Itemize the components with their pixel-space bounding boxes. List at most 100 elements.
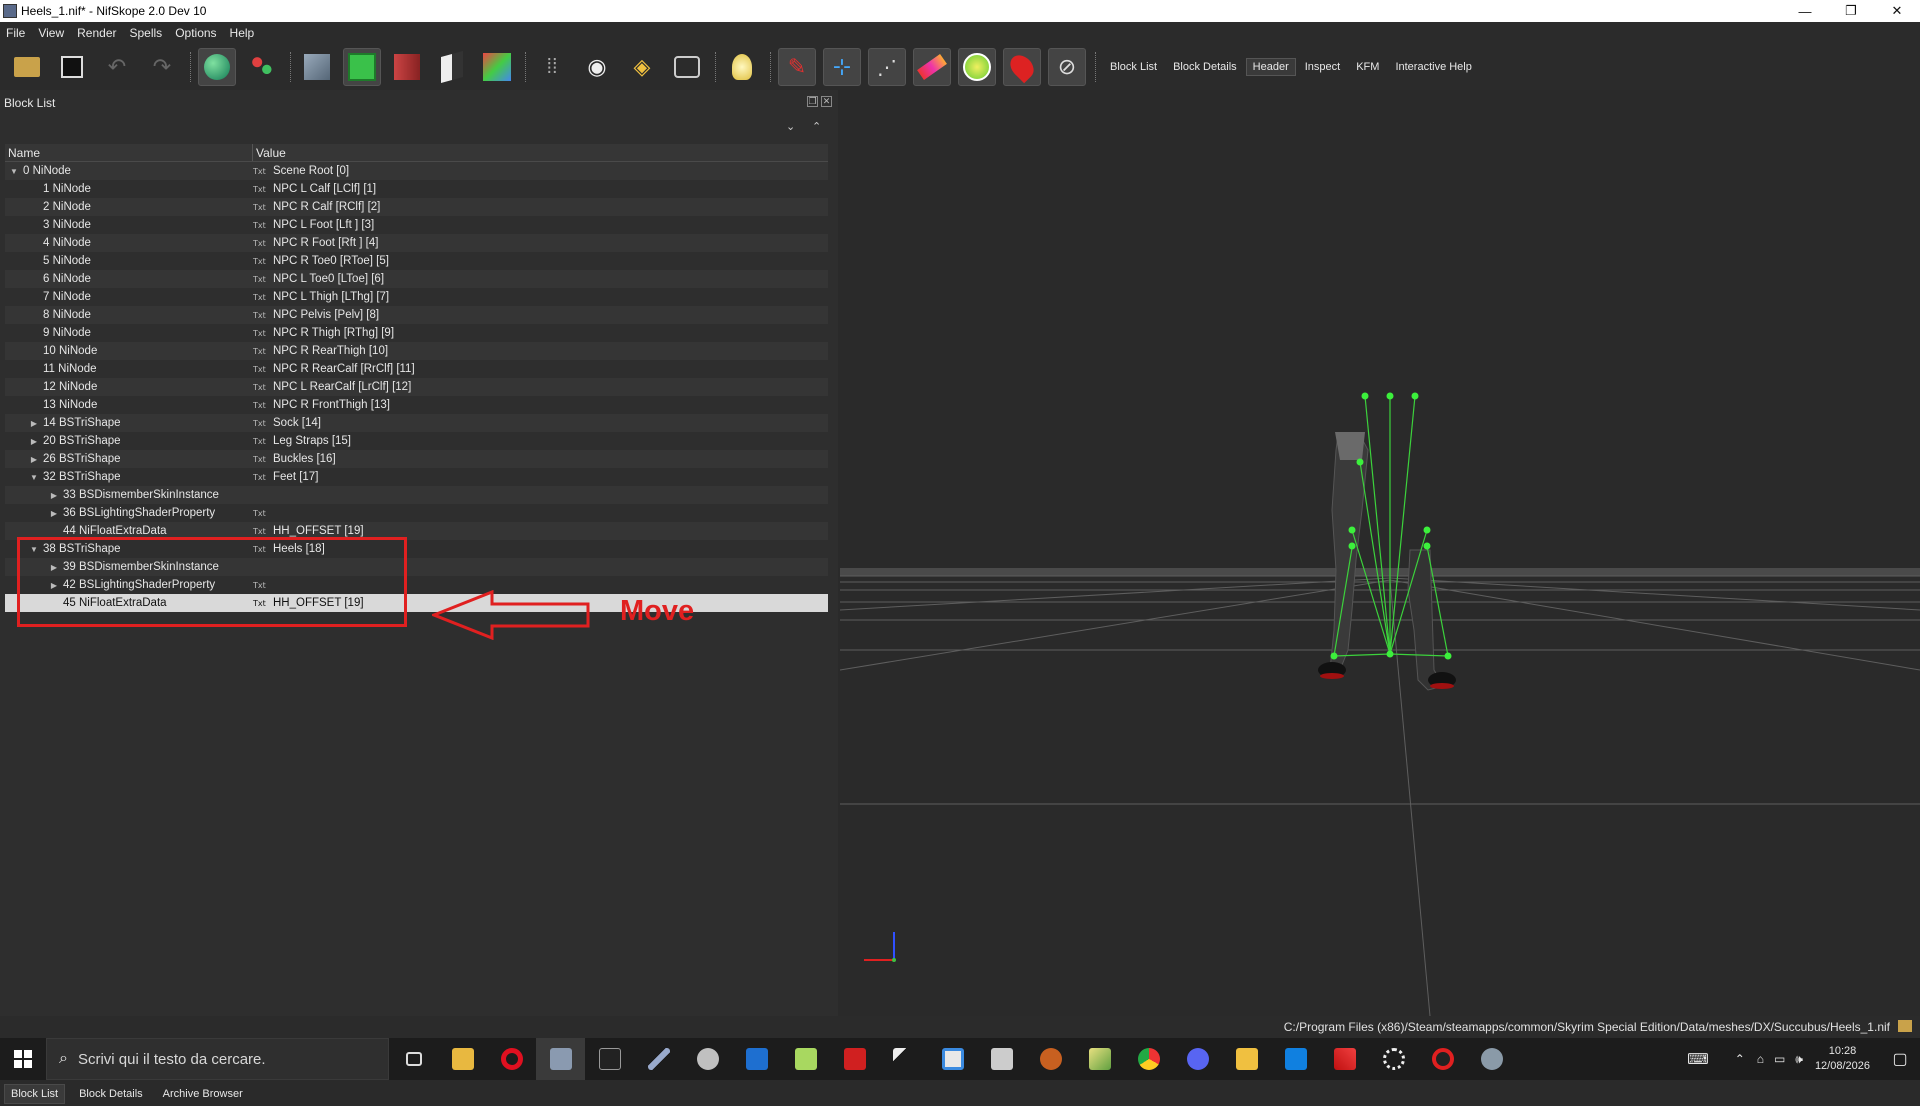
network-icon[interactable]: ⌂ bbox=[1757, 1052, 1764, 1066]
taskbar-search[interactable]: ⌕ Scrivi qui il testo da cercare. bbox=[46, 1038, 389, 1080]
discord-icon[interactable] bbox=[1173, 1038, 1222, 1080]
expand-arrow-icon[interactable]: ▶ bbox=[29, 455, 39, 464]
gradient-button[interactable] bbox=[913, 48, 951, 86]
opera-icon[interactable] bbox=[487, 1038, 536, 1080]
tab-header[interactable]: Header bbox=[1245, 58, 1296, 76]
dock-float-button[interactable]: ❐ bbox=[807, 96, 818, 107]
load-button[interactable] bbox=[8, 48, 46, 86]
calculator-icon[interactable] bbox=[977, 1038, 1026, 1080]
collapse-arrow-icon[interactable]: ▼ bbox=[29, 473, 39, 482]
game-icon[interactable] bbox=[1026, 1038, 1075, 1080]
tree-row[interactable]: 6 NiNode Txt NPC L Toe0 [LToe] [6] bbox=[5, 270, 828, 288]
view-front-button[interactable] bbox=[298, 48, 336, 86]
tree-row[interactable]: 8 NiNode Txt NPC Pelvis [Pelv] [8] bbox=[5, 306, 828, 324]
tree-row[interactable]: 5 NiNode Txt NPC R Toe0 [RToe] [5] bbox=[5, 252, 828, 270]
eye-hidden-button[interactable]: ◈ bbox=[623, 48, 661, 86]
undo-button[interactable]: ↶ bbox=[98, 48, 136, 86]
footsteps-button[interactable]: ⁞⁞ bbox=[533, 48, 571, 86]
view-side-button[interactable] bbox=[388, 48, 426, 86]
hide-button[interactable]: ⊘ bbox=[1048, 48, 1086, 86]
bottom-tab-archive-browser[interactable]: Archive Browser bbox=[157, 1085, 249, 1103]
tree-row[interactable]: 2 NiNode Txt NPC R Calf [RClf] [2] bbox=[5, 198, 828, 216]
tree-row[interactable]: 1 NiNode Txt NPC L Calf [LClf] [1] bbox=[5, 180, 828, 198]
blender-icon[interactable] bbox=[683, 1038, 732, 1080]
menu-options[interactable]: Options bbox=[175, 26, 216, 40]
photos-icon[interactable] bbox=[1075, 1038, 1124, 1080]
bottom-tab-block-list[interactable]: Block List bbox=[4, 1084, 66, 1104]
tree-row[interactable]: ▶ 36 BSLightingShaderProperty Txt bbox=[5, 504, 828, 522]
chrome-icon[interactable] bbox=[1124, 1038, 1173, 1080]
tree-row[interactable]: 3 NiNode Txt NPC L Foot [Lft ] [3] bbox=[5, 216, 828, 234]
notifications-icon[interactable]: ▢ bbox=[1880, 1049, 1920, 1069]
menu-spells[interactable]: Spells bbox=[130, 26, 163, 40]
axes-button[interactable]: ⊹ bbox=[823, 48, 861, 86]
view-user-button[interactable] bbox=[433, 48, 471, 86]
eye-button[interactable]: ◉ bbox=[578, 48, 616, 86]
expand-arrow-icon[interactable]: ▶ bbox=[29, 419, 39, 428]
tree-row[interactable]: ▼ 0 NiNode Txt Scene Root [0] bbox=[5, 162, 828, 180]
view-top-button[interactable] bbox=[343, 48, 381, 86]
dock-close-button[interactable]: ✕ bbox=[821, 96, 832, 107]
clock[interactable]: 10:28 12/08/2026 bbox=[1815, 1044, 1870, 1074]
screenshot-button[interactable] bbox=[668, 48, 706, 86]
start-button[interactable] bbox=[0, 1038, 46, 1080]
menu-file[interactable]: File bbox=[6, 26, 25, 40]
menu-view[interactable]: View bbox=[38, 26, 64, 40]
tree-row[interactable]: 12 NiNode Txt NPC L RearCalf [LrClf] [12] bbox=[5, 378, 828, 396]
target-icon[interactable] bbox=[1418, 1038, 1467, 1080]
tree-row[interactable]: 4 NiNode Txt NPC R Foot [Rft ] [4] bbox=[5, 234, 828, 252]
window-app-icon[interactable] bbox=[928, 1038, 977, 1080]
tab-inspect[interactable]: Inspect bbox=[1298, 58, 1347, 76]
marker-button[interactable] bbox=[1003, 48, 1041, 86]
minimize-button[interactable]: — bbox=[1782, 0, 1828, 22]
notepad-icon[interactable] bbox=[781, 1038, 830, 1080]
column-value[interactable]: Value bbox=[253, 144, 286, 161]
tree-row[interactable]: ▼ 32 BSTriShape Txt Feet [17] bbox=[5, 468, 828, 486]
folder-icon[interactable] bbox=[1222, 1038, 1271, 1080]
expand-all-icon[interactable]: ⌄ bbox=[786, 120, 795, 133]
terminal-icon[interactable] bbox=[585, 1038, 634, 1080]
redo-button[interactable]: ↷ bbox=[143, 48, 181, 86]
pen-icon[interactable] bbox=[634, 1038, 683, 1080]
filezilla-icon[interactable] bbox=[830, 1038, 879, 1080]
menu-render[interactable]: Render bbox=[77, 26, 116, 40]
collapse-arrow-icon[interactable]: ▼ bbox=[9, 167, 19, 176]
file-explorer-icon[interactable] bbox=[438, 1038, 487, 1080]
tab-interactive-help[interactable]: Interactive Help bbox=[1388, 58, 1478, 76]
select-vertex-button[interactable] bbox=[243, 48, 281, 86]
tab-block-list[interactable]: Block List bbox=[1103, 58, 1164, 76]
gizmo-circle-button[interactable] bbox=[958, 48, 996, 86]
expand-arrow-icon[interactable]: ▶ bbox=[49, 509, 59, 518]
tree-row[interactable]: ▶ 14 BSTriShape Txt Sock [14] bbox=[5, 414, 828, 432]
keyboard-icon[interactable]: ⌨ bbox=[1687, 1050, 1709, 1068]
bottom-tab-block-details[interactable]: Block Details bbox=[73, 1085, 149, 1103]
store-icon[interactable] bbox=[732, 1038, 781, 1080]
nifskope-icon[interactable] bbox=[536, 1038, 585, 1080]
task-view-icon[interactable] bbox=[389, 1038, 438, 1080]
tree-row[interactable]: 9 NiNode Txt NPC R Thigh [RThg] [9] bbox=[5, 324, 828, 342]
tab-kfm[interactable]: KFM bbox=[1349, 58, 1386, 76]
save-button[interactable] bbox=[53, 48, 91, 86]
close-button[interactable]: ✕ bbox=[1874, 0, 1920, 22]
skeleton-button[interactable]: ⋰ bbox=[868, 48, 906, 86]
tree-row[interactable]: ▶ 33 BSDismemberSkinInstance bbox=[5, 486, 828, 504]
tree-row[interactable]: 11 NiNode Txt NPC R RearCalf [RrClf] [11] bbox=[5, 360, 828, 378]
tree-row[interactable]: 10 NiNode Txt NPC R RearThigh [10] bbox=[5, 342, 828, 360]
tree-row[interactable]: 13 NiNode Txt NPC R FrontThigh [13] bbox=[5, 396, 828, 414]
monitor-icon[interactable]: ▭ bbox=[1774, 1052, 1785, 1066]
tree-row[interactable]: 7 NiNode Txt NPC L Thigh [LThg] [7] bbox=[5, 288, 828, 306]
light-button[interactable] bbox=[723, 48, 761, 86]
app-blue-icon[interactable] bbox=[1271, 1038, 1320, 1080]
tree-row[interactable]: ▶ 26 BSTriShape Txt Buckles [16] bbox=[5, 450, 828, 468]
node-pin-button[interactable]: ✎ bbox=[778, 48, 816, 86]
3d-viewport[interactable] bbox=[839, 90, 1920, 1017]
settings-gear-icon[interactable] bbox=[1369, 1038, 1418, 1080]
expand-arrow-icon[interactable]: ▶ bbox=[29, 437, 39, 446]
maximize-button[interactable]: ❐ bbox=[1828, 0, 1874, 22]
chevron-app-icon[interactable] bbox=[879, 1038, 928, 1080]
tree-row[interactable]: ▶ 20 BSTriShape Txt Leg Straps [15] bbox=[5, 432, 828, 450]
view-walk-button[interactable] bbox=[478, 48, 516, 86]
steam-icon[interactable] bbox=[1467, 1038, 1516, 1080]
tab-block-details[interactable]: Block Details bbox=[1166, 58, 1244, 76]
select-object-button[interactable] bbox=[198, 48, 236, 86]
